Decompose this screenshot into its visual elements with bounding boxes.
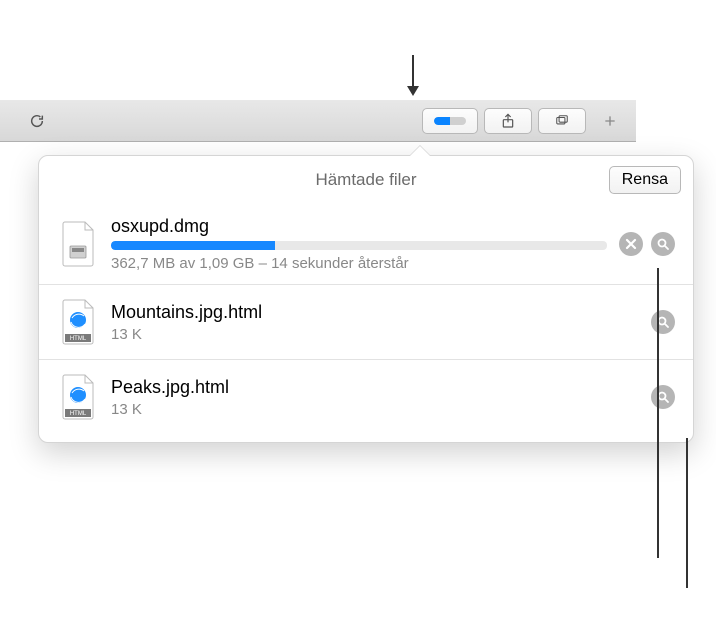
close-icon [625, 238, 637, 250]
file-name: osxupd.dmg [111, 216, 607, 237]
download-info: Peaks.jpg.html 13 K [111, 377, 639, 418]
download-item: Peaks.jpg.html 13 K [39, 359, 693, 434]
file-meta: 13 K [111, 401, 639, 418]
downloads-progress-icon [434, 117, 466, 125]
reload-icon [29, 113, 45, 129]
download-info: Mountains.jpg.html 13 K [111, 302, 639, 343]
progress-bar [111, 241, 607, 250]
browser-toolbar [0, 100, 636, 142]
clear-button[interactable]: Rensa [609, 166, 681, 194]
download-info: osxupd.dmg 362,7 MB av 1,09 GB – 14 sekun… [111, 216, 607, 272]
dmg-file-icon [57, 219, 99, 269]
popover-title: Hämtade filer [315, 170, 416, 190]
downloads-popover: Hämtade filer Rensa osxupd.dmg 362,7 MB a… [38, 155, 694, 443]
reveal-in-finder-button[interactable] [651, 232, 675, 256]
download-list: osxupd.dmg 362,7 MB av 1,09 GB – 14 sekun… [39, 204, 693, 442]
popover-header: Hämtade filer Rensa [39, 156, 693, 204]
progress-fill [111, 241, 275, 250]
tabs-icon [553, 114, 571, 128]
callout-line [657, 268, 659, 558]
download-actions [651, 385, 675, 409]
plus-icon [602, 113, 618, 129]
downloads-button[interactable] [422, 108, 478, 134]
file-meta: 362,7 MB av 1,09 GB – 14 sekunder återst… [111, 255, 607, 272]
callout-line [686, 438, 688, 588]
html-file-icon [57, 297, 99, 347]
file-meta: 13 K [111, 326, 639, 343]
download-actions [651, 310, 675, 334]
share-button[interactable] [484, 108, 532, 134]
reveal-in-finder-button[interactable] [651, 310, 675, 334]
callout-arrow-icon [407, 86, 419, 96]
magnifier-icon [657, 238, 669, 250]
new-tab-button[interactable] [592, 108, 628, 134]
download-actions [619, 232, 675, 256]
download-item: Mountains.jpg.html 13 K [39, 284, 693, 359]
file-name: Mountains.jpg.html [111, 302, 639, 323]
download-item: osxupd.dmg 362,7 MB av 1,09 GB – 14 sekun… [39, 204, 693, 284]
callout-line [412, 55, 414, 90]
tabs-button[interactable] [538, 108, 586, 134]
html-file-icon [57, 372, 99, 422]
reload-button[interactable] [20, 108, 54, 134]
reveal-in-finder-button[interactable] [651, 385, 675, 409]
file-name: Peaks.jpg.html [111, 377, 639, 398]
cancel-download-button[interactable] [619, 232, 643, 256]
share-icon [500, 113, 516, 129]
